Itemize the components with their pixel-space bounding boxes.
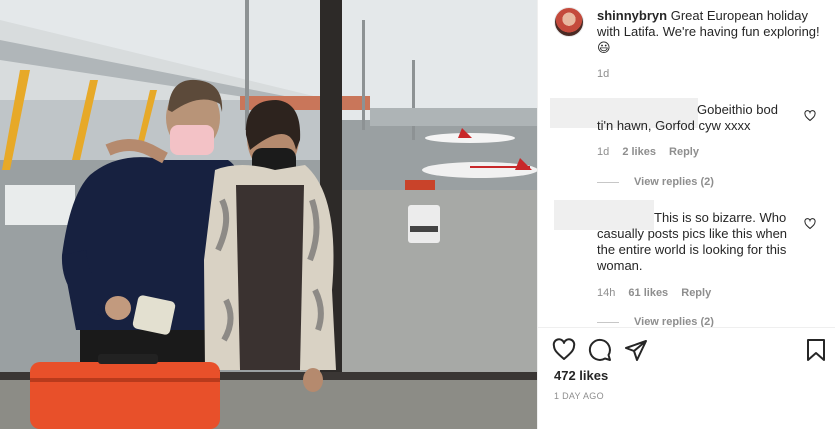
share-icon[interactable] [624, 338, 648, 362]
comment-likes[interactable]: 61 likes [628, 287, 668, 299]
comment-time: 14h [597, 287, 616, 299]
action-bar [538, 335, 835, 365]
comments-list[interactable]: shinnybryn Great European holiday with L… [538, 0, 835, 327]
post-side-panel: shinnybryn Great European holiday with L… [537, 0, 835, 429]
post-photo[interactable] [0, 0, 537, 429]
replies-divider [597, 182, 619, 183]
view-replies-button[interactable]: View replies (2) [634, 176, 714, 188]
heart-outline-icon[interactable] [804, 110, 816, 122]
comment-meta: 14h 61 likes Reply [597, 287, 721, 299]
post-timestamp[interactable]: 1 DAY AGO [554, 391, 604, 401]
caption-time: 1d [597, 68, 610, 80]
replies-divider [597, 322, 619, 323]
bookmark-icon[interactable] [804, 338, 828, 362]
caption-author-avatar[interactable] [554, 7, 584, 37]
likes-count[interactable]: 472 likes [554, 368, 608, 383]
airport-selfie-image [0, 0, 537, 429]
reply-button[interactable]: Reply [681, 287, 711, 299]
caption-username[interactable]: shinnybryn [597, 8, 667, 23]
heart-icon[interactable] [552, 338, 576, 362]
reply-button[interactable]: Reply [669, 146, 699, 158]
section-divider [538, 327, 835, 328]
view-replies-button[interactable]: View replies (2) [634, 316, 714, 327]
comment-text: This is so bizarre. Who casually posts p… [597, 210, 788, 273]
comment-text: Gobeithio bod ti'n hawn, Gorfod cyw xxxx [597, 102, 778, 133]
caption: shinnybryn Great European holiday with L… [597, 8, 822, 56]
comment-time: 1d [597, 146, 610, 158]
comment-meta: 1d 2 likes Reply [597, 146, 709, 158]
heart-outline-icon[interactable] [804, 218, 816, 230]
comment-icon[interactable] [588, 338, 612, 362]
comment-likes[interactable]: 2 likes [622, 146, 656, 158]
